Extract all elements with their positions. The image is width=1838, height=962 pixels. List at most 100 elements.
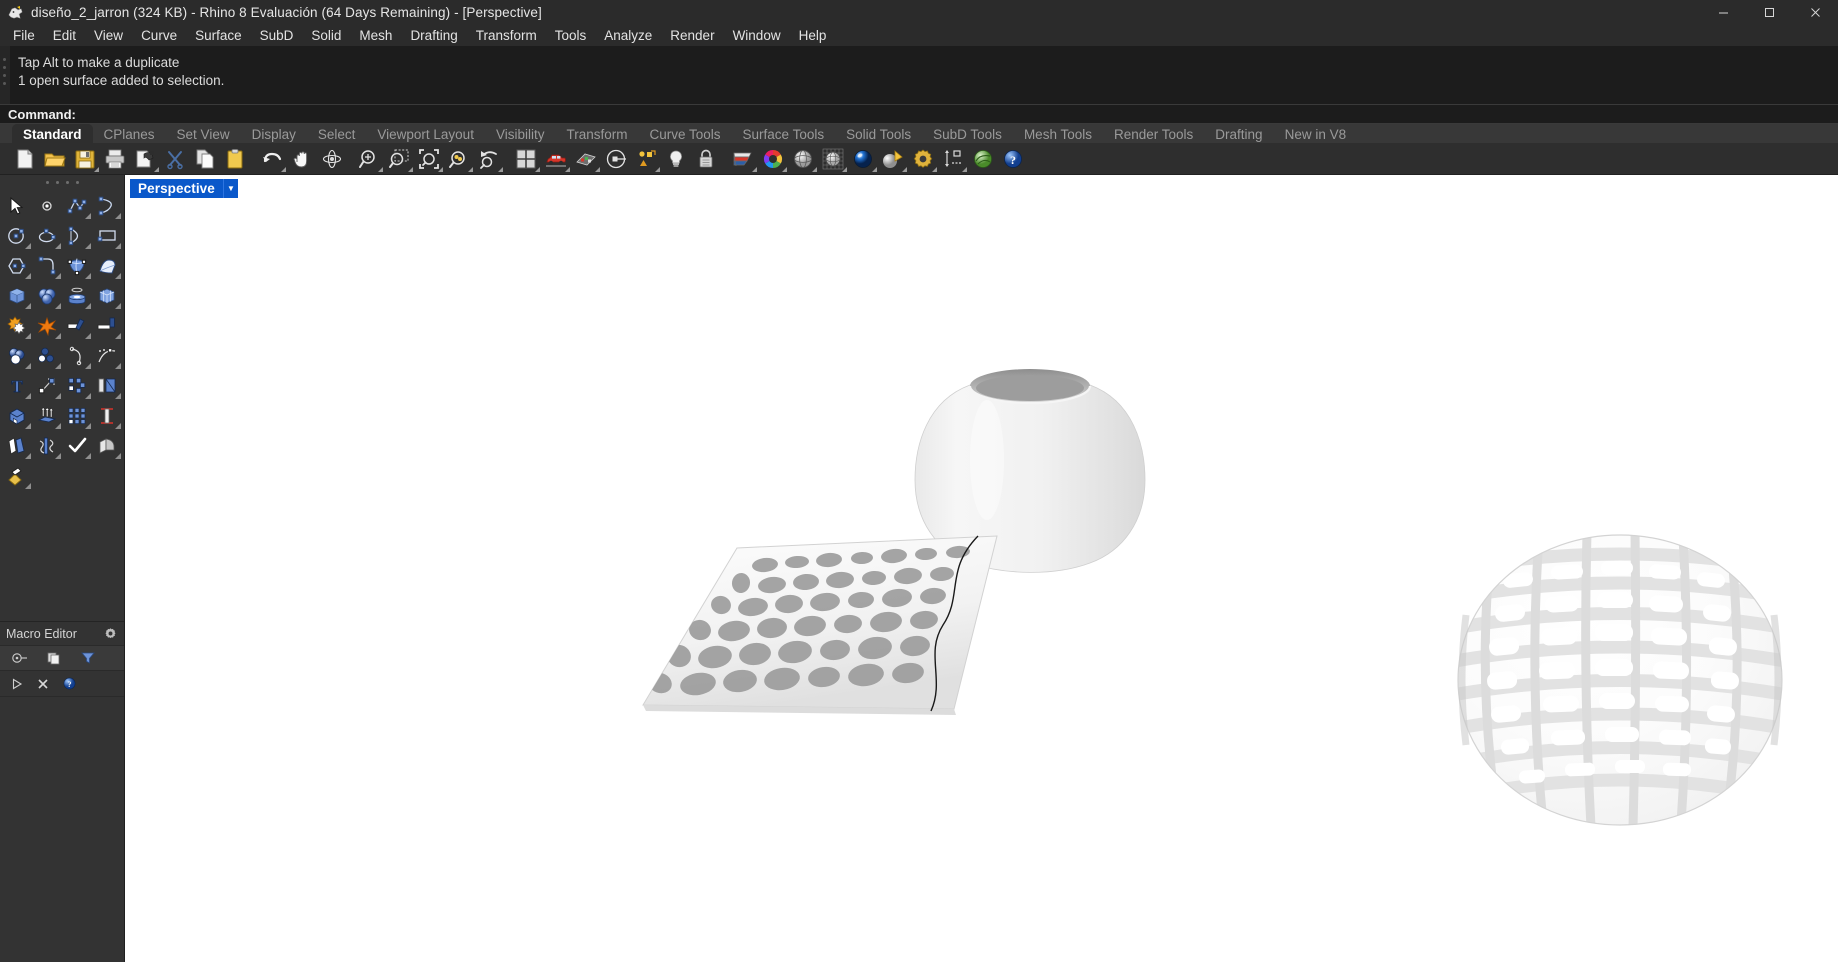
menu-tools[interactable]: Tools bbox=[546, 25, 596, 46]
menu-curve[interactable]: Curve bbox=[132, 25, 186, 46]
print-icon[interactable] bbox=[100, 145, 130, 173]
sphere-boolean-icon[interactable] bbox=[32, 281, 62, 311]
layer-stack-icon[interactable] bbox=[728, 145, 758, 173]
macro-run-icon[interactable] bbox=[4, 647, 36, 669]
zoom-in-icon[interactable] bbox=[354, 145, 384, 173]
undo-arrow-icon[interactable] bbox=[257, 145, 287, 173]
tab-render-tools[interactable]: Render Tools bbox=[1103, 124, 1204, 144]
tab-standard[interactable]: Standard bbox=[12, 124, 93, 144]
car-render-icon[interactable] bbox=[541, 145, 571, 173]
text-icon[interactable]: T bbox=[2, 371, 32, 401]
array-icon[interactable] bbox=[62, 401, 92, 431]
copy-icon[interactable] bbox=[190, 145, 220, 173]
scissors-icon[interactable] bbox=[160, 145, 190, 173]
grasshopper-icon[interactable] bbox=[968, 145, 998, 173]
tab-surface-tools[interactable]: Surface Tools bbox=[732, 124, 836, 144]
macro-help-icon[interactable]: ? bbox=[60, 675, 78, 693]
zoom-selected-icon[interactable] bbox=[444, 145, 474, 173]
curve-fillet-icon[interactable] bbox=[32, 251, 62, 281]
split-icon[interactable] bbox=[92, 311, 122, 341]
save-file-icon[interactable] bbox=[70, 145, 100, 173]
macro-editor-content[interactable] bbox=[0, 697, 124, 962]
extrude-icon[interactable] bbox=[32, 401, 62, 431]
curve-interp-icon[interactable] bbox=[92, 191, 122, 221]
macro-filter-icon[interactable] bbox=[72, 647, 104, 669]
menu-subd[interactable]: SubD bbox=[251, 25, 303, 46]
menu-window[interactable]: Window bbox=[724, 25, 790, 46]
new-file-icon[interactable] bbox=[10, 145, 40, 173]
select-arrow-icon[interactable] bbox=[2, 191, 32, 221]
light-bulb-icon[interactable] bbox=[661, 145, 691, 173]
menu-edit[interactable]: Edit bbox=[44, 25, 85, 46]
polygon-icon[interactable] bbox=[2, 251, 32, 281]
fillet-edge-icon[interactable] bbox=[92, 431, 122, 461]
ellipse-icon[interactable] bbox=[32, 221, 62, 251]
boolean-union-icon[interactable] bbox=[2, 311, 32, 341]
paint-bucket-icon[interactable] bbox=[2, 461, 32, 491]
scale-icon[interactable] bbox=[92, 401, 122, 431]
ortho-icon[interactable] bbox=[601, 145, 631, 173]
menu-surface[interactable]: Surface bbox=[186, 25, 251, 46]
cap-icon[interactable] bbox=[2, 401, 32, 431]
pan-hand-icon[interactable] bbox=[287, 145, 317, 173]
command-prompt-row[interactable]: Command: bbox=[0, 104, 1838, 124]
trim-icon[interactable] bbox=[62, 311, 92, 341]
mirror-icon[interactable] bbox=[92, 371, 122, 401]
lock-icon[interactable] bbox=[691, 145, 721, 173]
macro-copy-icon[interactable] bbox=[38, 647, 70, 669]
menu-view[interactable]: View bbox=[85, 25, 132, 46]
viewport-title-tab[interactable]: Perspective ▼ bbox=[130, 179, 238, 198]
tab-drafting[interactable]: Drafting bbox=[1204, 124, 1273, 144]
rectangle-icon[interactable] bbox=[92, 221, 122, 251]
command-input[interactable] bbox=[75, 106, 1838, 122]
viewport-layout-icon[interactable] bbox=[511, 145, 541, 173]
command-history-gutter[interactable] bbox=[0, 46, 10, 104]
maximize-button[interactable] bbox=[1746, 0, 1792, 25]
move-icon[interactable] bbox=[32, 371, 62, 401]
tab-viewport-layout[interactable]: Viewport Layout bbox=[366, 124, 485, 144]
viewport-name[interactable]: Perspective bbox=[130, 179, 223, 198]
minimize-button[interactable] bbox=[1700, 0, 1746, 25]
tab-select[interactable]: Select bbox=[307, 124, 367, 144]
arc-icon[interactable] bbox=[62, 221, 92, 251]
macro-play-icon[interactable] bbox=[8, 675, 26, 693]
point-icon[interactable] bbox=[32, 191, 62, 221]
surface-sweep-icon[interactable] bbox=[92, 251, 122, 281]
ghosted-sphere-icon[interactable] bbox=[818, 145, 848, 173]
gear-gold-icon[interactable] bbox=[908, 145, 938, 173]
macro-stop-icon[interactable] bbox=[34, 675, 52, 693]
menu-solid[interactable]: Solid bbox=[302, 25, 350, 46]
tab-mesh-tools[interactable]: Mesh Tools bbox=[1013, 124, 1103, 144]
perspective-viewport[interactable]: Perspective ▼ bbox=[125, 175, 1838, 962]
menu-mesh[interactable]: Mesh bbox=[350, 25, 401, 46]
circle-icon[interactable] bbox=[2, 221, 32, 251]
zoom-extents-icon[interactable] bbox=[414, 145, 444, 173]
tab-curve-tools[interactable]: Curve Tools bbox=[638, 124, 731, 144]
menu-transform[interactable]: Transform bbox=[467, 25, 546, 46]
layers-icon[interactable] bbox=[631, 145, 661, 173]
unroll-icon[interactable] bbox=[2, 431, 32, 461]
cut-page-icon[interactable] bbox=[130, 145, 160, 173]
control-points-icon[interactable] bbox=[92, 341, 122, 371]
help-icon[interactable]: ? bbox=[998, 145, 1028, 173]
offset-icon[interactable] bbox=[2, 341, 32, 371]
subd-box-icon[interactable] bbox=[92, 281, 122, 311]
shaded-sphere-icon[interactable] bbox=[788, 145, 818, 173]
tab-set-view[interactable]: Set View bbox=[166, 124, 241, 144]
curve-edit-icon[interactable] bbox=[62, 341, 92, 371]
flow-icon[interactable] bbox=[32, 431, 62, 461]
surface-patch-icon[interactable] bbox=[62, 251, 92, 281]
menu-render[interactable]: Render bbox=[661, 25, 723, 46]
tab-cplanes[interactable]: CPlanes bbox=[93, 124, 166, 144]
cylinder-icon[interactable] bbox=[62, 281, 92, 311]
tab-display[interactable]: Display bbox=[241, 124, 307, 144]
blend-icon[interactable] bbox=[32, 341, 62, 371]
tab-visibility[interactable]: Visibility bbox=[485, 124, 556, 144]
menu-drafting[interactable]: Drafting bbox=[401, 25, 466, 46]
grid-snap-icon[interactable] bbox=[571, 145, 601, 173]
tab-new-in-v8[interactable]: New in V8 bbox=[1274, 124, 1358, 144]
copy-objects-icon[interactable] bbox=[62, 371, 92, 401]
close-button[interactable] bbox=[1792, 0, 1838, 25]
spotlight-icon[interactable] bbox=[878, 145, 908, 173]
menu-file[interactable]: File bbox=[4, 25, 44, 46]
